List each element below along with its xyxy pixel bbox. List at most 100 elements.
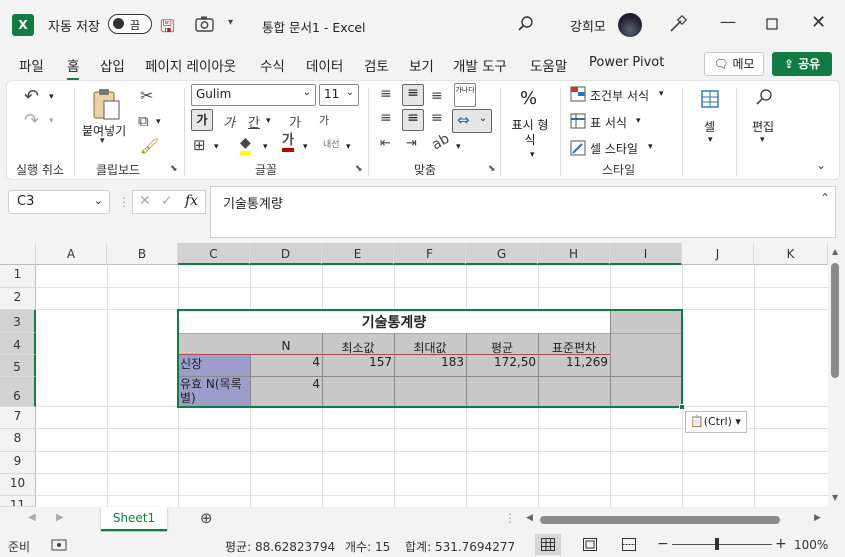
page-break-view-icon[interactable]	[622, 538, 636, 551]
tab-insert[interactable]: 삽입	[100, 55, 125, 75]
font-size-select[interactable]: 11 ⌄	[319, 84, 359, 106]
column-header-C[interactable]: C	[178, 243, 250, 265]
copy-chevron-down-icon[interactable]: ▾	[156, 117, 161, 127]
align-bottom-icon[interactable]: ≡	[431, 88, 443, 104]
paste-icon[interactable]	[91, 87, 121, 121]
decrease-font-button[interactable]: 가	[319, 112, 329, 128]
fill-handle[interactable]	[679, 404, 685, 410]
worksheet-grid[interactable]: A B C D E F G H I J K 1 2 3 4 5 6 7 8 9 …	[0, 243, 828, 507]
tab-splitter-icon[interactable]: ⋮	[504, 511, 516, 525]
format-painter-icon[interactable]: 🖌	[140, 137, 159, 155]
camera-icon[interactable]	[195, 15, 215, 33]
row-header-2[interactable]: 2	[0, 288, 36, 310]
cells-chevron-down-icon[interactable]: ▾	[708, 135, 713, 145]
tab-home[interactable]: 홈	[67, 55, 80, 81]
share-button[interactable]: ⇪ 공유	[772, 52, 832, 76]
fill-chevron-down-icon[interactable]: ▾	[263, 142, 268, 152]
column-header-I[interactable]: I	[610, 243, 682, 265]
tab-review[interactable]: 검토	[364, 55, 389, 75]
expand-formula-icon[interactable]: ⌃	[820, 191, 830, 205]
row-header-5[interactable]: 5	[0, 355, 36, 377]
scroll-right-icon[interactable]: ▶	[814, 513, 821, 523]
row-header-9[interactable]: 9	[0, 452, 36, 474]
row-header-11[interactable]: 11	[0, 496, 36, 507]
borders-chevron-down-icon[interactable]: ▾	[214, 142, 219, 152]
number-format-label[interactable]: 표시 형식	[509, 118, 551, 148]
column-header-D[interactable]: D	[250, 243, 322, 265]
font-launcher-icon[interactable]: ⬊	[355, 164, 363, 174]
page-layout-view-icon[interactable]	[583, 538, 597, 551]
undo-icon[interactable]: ↶	[24, 86, 39, 107]
increase-indent-icon[interactable]: ⇥	[406, 136, 417, 151]
tab-help[interactable]: 도움말	[530, 55, 567, 75]
cut-icon[interactable]: ✂	[140, 86, 153, 105]
editing-search-icon[interactable]	[755, 88, 773, 106]
status-sum[interactable]: 합계: 531.7694277	[405, 538, 515, 555]
search-icon[interactable]	[517, 15, 535, 33]
italic-button[interactable]: 가	[223, 112, 235, 131]
underline-chevron-down-icon[interactable]: ▾	[266, 116, 271, 126]
autosave-toggle[interactable]: 끔	[108, 14, 152, 34]
maximize-icon[interactable]	[766, 18, 778, 30]
qat-chevron-down-icon[interactable]: ▾	[228, 17, 233, 28]
phonetic-button[interactable]: 내선	[323, 137, 340, 150]
increase-font-button[interactable]: 가	[289, 112, 301, 131]
paste-chevron-down-icon[interactable]: ▾	[100, 136, 105, 146]
collapse-ribbon-icon[interactable]: ⌄	[816, 158, 826, 172]
conditional-format-icon[interactable]	[570, 86, 586, 102]
wrap-text-button[interactable]: 가나다	[454, 83, 476, 107]
zoom-slider-thumb[interactable]	[715, 538, 719, 550]
phonetic-chevron-down-icon[interactable]: ▾	[346, 142, 351, 152]
redo-chevron-down-icon[interactable]: ▾	[49, 116, 54, 126]
tab-view[interactable]: 보기	[409, 55, 434, 75]
cell-styles-label[interactable]: 셀 스타일	[590, 140, 638, 157]
add-sheet-icon[interactable]: ⊕	[200, 509, 213, 527]
zoom-slider[interactable]	[672, 544, 772, 545]
cell-styles-icon[interactable]	[570, 140, 586, 156]
format-table-label[interactable]: 표 서식	[590, 114, 627, 131]
insert-function-icon[interactable]: fx	[185, 193, 198, 209]
table-chevron-down-icon[interactable]: ▾	[636, 116, 641, 126]
status-average[interactable]: 평균: 88.62823794	[225, 538, 335, 555]
row-header-3[interactable]: 3	[0, 310, 36, 333]
row-header-4[interactable]: 4	[0, 333, 36, 355]
format-table-icon[interactable]	[570, 113, 586, 129]
sheet-tab-sheet1[interactable]: Sheet1	[101, 507, 167, 531]
cells-icon[interactable]	[701, 90, 719, 108]
scroll-down-icon[interactable]: ▼	[832, 493, 838, 502]
fill-color-icon[interactable]: ◆	[240, 135, 251, 155]
editing-chevron-down-icon[interactable]: ▾	[760, 135, 765, 145]
zoom-out-icon[interactable]: −	[657, 536, 669, 552]
column-header-J[interactable]: J	[682, 243, 754, 265]
align-left-icon[interactable]: ≡	[380, 110, 392, 126]
save-icon[interactable]: 🖫	[160, 14, 174, 43]
formula-bar-grip-icon[interactable]: ⋮	[118, 195, 130, 209]
cells-label[interactable]: 셀	[704, 118, 715, 135]
cancel-icon[interactable]: ✕	[139, 193, 151, 209]
minimize-icon[interactable]: —	[720, 12, 736, 31]
underline-button[interactable]: 간	[248, 112, 260, 131]
font-color-button[interactable]: 가	[282, 134, 294, 152]
paste-options-button[interactable]: 📋(Ctrl) ▾	[685, 411, 747, 433]
undo-chevron-down-icon[interactable]: ▾	[49, 92, 54, 102]
font-name-select[interactable]: Gulim ⌄	[191, 84, 316, 106]
designer-wand-icon[interactable]	[668, 14, 688, 34]
column-header-A[interactable]: A	[36, 243, 107, 265]
column-header-K[interactable]: K	[754, 243, 828, 265]
vertical-scrollbar[interactable]: ▲ ▼	[828, 243, 845, 507]
align-middle-icon[interactable]: ≡	[402, 84, 424, 106]
row-header-10[interactable]: 10	[0, 474, 36, 496]
bold-button[interactable]: 가	[191, 109, 213, 131]
column-header-B[interactable]: B	[107, 243, 178, 265]
conditional-format-label[interactable]: 조건부 서식	[590, 87, 649, 104]
row-header-7[interactable]: 7	[0, 407, 36, 429]
align-right-icon[interactable]: ≡	[431, 110, 443, 126]
status-count[interactable]: 개수: 15	[345, 538, 390, 555]
column-header-H[interactable]: H	[538, 243, 610, 265]
vertical-scroll-thumb[interactable]	[831, 263, 839, 378]
redo-icon[interactable]: ↷	[24, 110, 39, 131]
cond-chevron-down-icon[interactable]: ▾	[659, 89, 664, 99]
accessibility-icon[interactable]	[51, 539, 67, 551]
column-header-G[interactable]: G	[466, 243, 538, 265]
zoom-in-icon[interactable]: +	[775, 536, 787, 552]
